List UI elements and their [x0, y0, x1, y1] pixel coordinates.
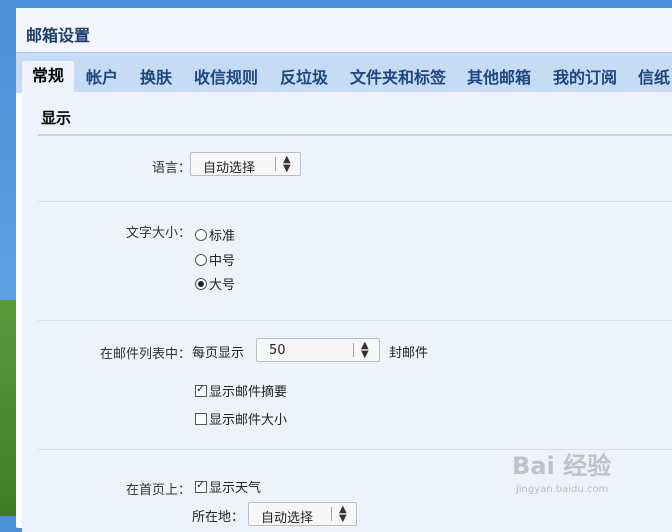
tab-mail-rules[interactable]: 收信规则 — [194, 63, 258, 93]
title-bar: 邮箱设置 — [16, 8, 672, 52]
select-divider — [331, 507, 332, 521]
show-weather-label: 显示天气 — [209, 481, 262, 496]
tab-my-subscriptions[interactable]: 我的订阅 — [553, 63, 617, 93]
show-size-label: 显示邮件大小 — [209, 413, 288, 428]
tab-anti-spam[interactable]: 反垃圾 — [280, 63, 328, 93]
tab-skin[interactable]: 换肤 — [140, 63, 172, 93]
per-page-suffix: 封邮件 — [389, 346, 429, 361]
select-divider — [353, 343, 354, 357]
tab-bar: 常规 帐户 换肤 收信规则 反垃圾 文件夹和标签 其他邮箱 我的订阅 信纸 — [16, 52, 672, 93]
section-divider — [38, 134, 672, 136]
checkmark-icon: ✓ — [196, 382, 206, 395]
tab-general[interactable]: 常规 — [22, 61, 75, 93]
font-size-large-radio[interactable] — [195, 278, 207, 290]
row-divider — [38, 201, 672, 202]
tab-folders-labels[interactable]: 文件夹和标签 — [350, 63, 446, 93]
font-size-large-label: 大号 — [209, 278, 236, 293]
show-summary-checkbox[interactable]: ✓ — [195, 382, 207, 397]
per-page-select[interactable]: 50 ▲ ▼ — [256, 338, 380, 362]
font-size-standard-label: 标准 — [209, 229, 236, 244]
window-title: 邮箱设置 — [26, 26, 91, 45]
radio-selected-dot — [198, 281, 204, 287]
row-divider — [38, 320, 672, 321]
select-arrows-icon: ▲ ▼ — [339, 504, 347, 524]
show-size-checkbox[interactable] — [195, 413, 207, 425]
tab-account[interactable]: 帐户 — [86, 63, 118, 93]
font-size-medium-radio[interactable] — [195, 254, 207, 266]
language-label: 语言： — [151, 161, 191, 176]
mail-list-label: 在邮件列表中： — [99, 347, 191, 362]
homepage-label: 在首页上： — [125, 483, 191, 498]
location-select-value: 自动选择 — [261, 511, 314, 526]
select-arrows-icon: ▲ ▼ — [283, 154, 291, 174]
font-size-standard-radio[interactable] — [195, 229, 207, 241]
per-page-prefix: 每页显示 — [192, 346, 245, 361]
baidu-watermark-url: jingyan.baidu.com — [516, 484, 609, 495]
show-summary-label: 显示邮件摘要 — [209, 385, 288, 400]
select-divider — [275, 157, 276, 171]
font-size-label: 文字大小： — [125, 226, 191, 241]
language-select[interactable]: 自动选择 ▲ ▼ — [190, 152, 301, 176]
tab-stationery[interactable]: 信纸 — [638, 63, 670, 93]
checkmark-icon: ✓ — [196, 478, 206, 491]
language-select-value: 自动选择 — [203, 161, 256, 176]
section-title-display: 显示 — [41, 109, 72, 127]
show-weather-checkbox[interactable]: ✓ — [195, 478, 207, 493]
font-size-medium-label: 中号 — [209, 254, 236, 269]
tab-other-mailboxes[interactable]: 其他邮箱 — [467, 63, 531, 93]
baidu-watermark: Bai 经验 — [512, 452, 612, 480]
location-select[interactable]: 自动选择 ▲ ▼ — [248, 502, 357, 526]
per-page-select-value: 50 — [269, 343, 286, 358]
select-arrows-icon: ▲ ▼ — [361, 340, 369, 360]
